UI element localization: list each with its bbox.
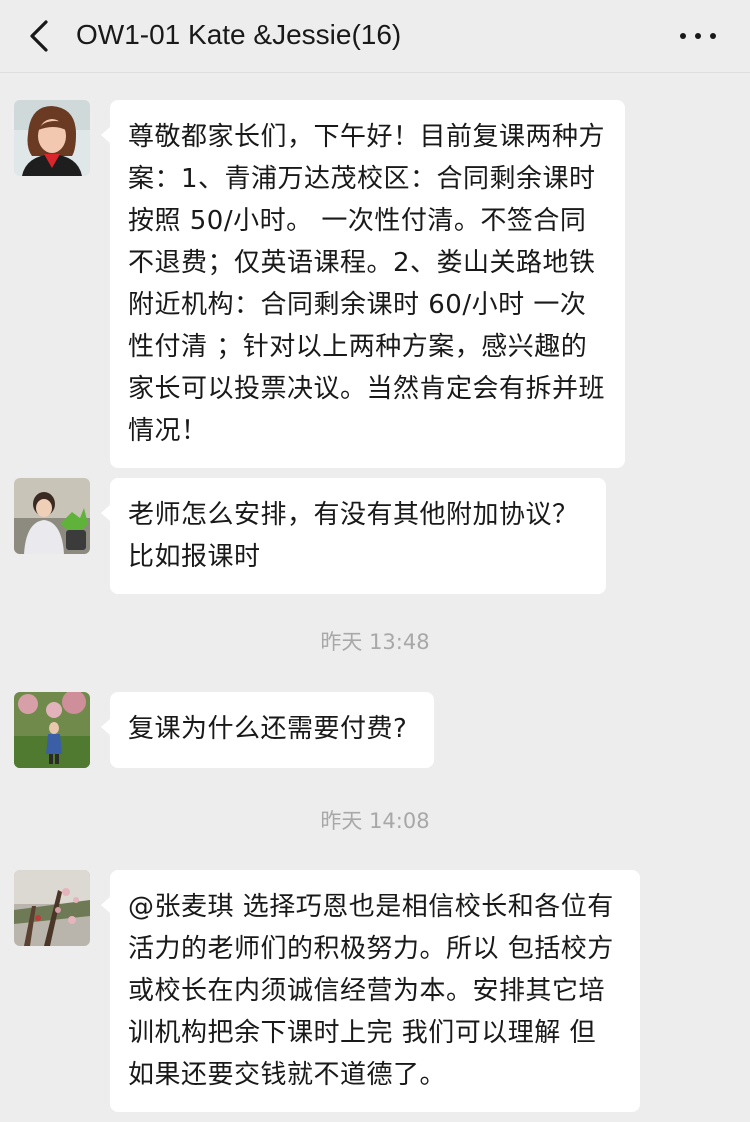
message-bubble: @张麦琪 选择巧恩也是相信校长和各位有活力的老师们的积极努力。所以 包括校方或校… (101, 870, 640, 1112)
chevron-left-icon[interactable] (22, 18, 58, 54)
message-timestamp: 昨天 14:08 (320, 809, 430, 833)
message-bubble: 尊敬都家长们，下午好！目前复课两种方案：1、青浦万达茂校区：合同剩余课时按照 5… (101, 100, 625, 468)
avatar[interactable] (14, 692, 90, 768)
message-item: 尊敬都家长们，下午好！目前复课两种方案：1、青浦万达茂校区：合同剩余课时按照 5… (14, 100, 736, 468)
chat-header: OW1-01 Kate &Jessie(16) (0, 0, 750, 73)
message-item: @张麦琪 选择巧恩也是相信校长和各位有活力的老师们的积极努力。所以 包括校方或校… (14, 870, 736, 1112)
avatar[interactable] (14, 478, 90, 554)
message-bubble: 复课为什么还需要付费? (101, 692, 434, 768)
avatar[interactable] (14, 870, 90, 946)
chat-title: OW1-01 Kate &Jessie(16) (76, 19, 402, 50)
avatar[interactable] (14, 100, 90, 176)
message-bubble: 老师怎么安排，有没有其他附加协议？比如报课时 (101, 478, 606, 594)
message-item: 老师怎么安排，有没有其他附加协议？比如报课时 (14, 478, 736, 594)
message-item: 复课为什么还需要付费? (14, 692, 736, 768)
more-horizontal-icon[interactable] (676, 24, 720, 48)
message-timestamp: 昨天 13:48 (320, 630, 430, 654)
